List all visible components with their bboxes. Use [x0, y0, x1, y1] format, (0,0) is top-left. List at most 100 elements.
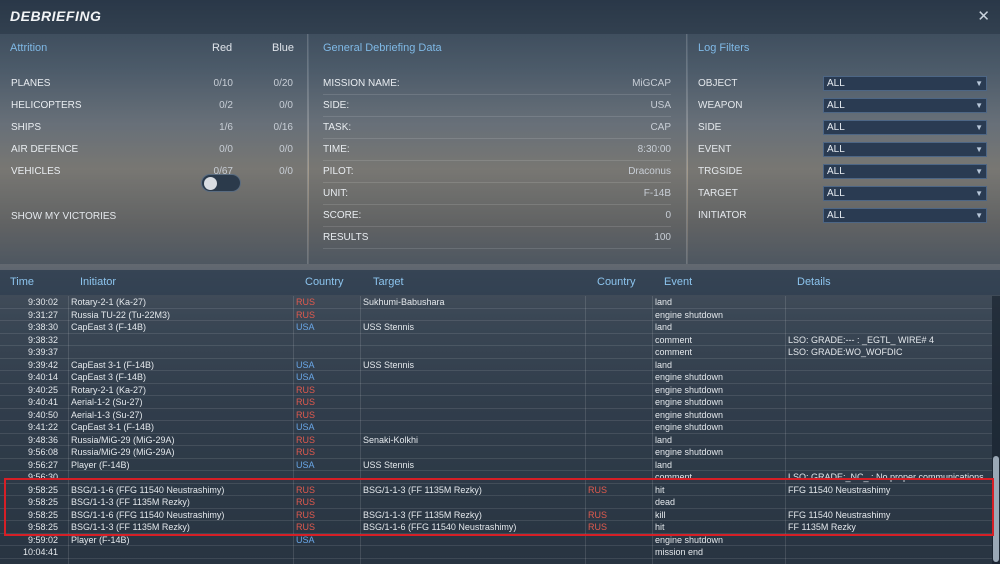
log-initiator: Russia/MiG-29 (MiG-29A): [71, 434, 175, 445]
log-initiator: BSG/1-1-3 (FF 1135M Rezky): [71, 497, 190, 507]
header-time[interactable]: Time: [10, 276, 34, 288]
log-row[interactable]: 9:38:32 comment LSO: GRADE:--- : _EGTL_ WI…: [0, 334, 992, 346]
general-data-value: 0: [665, 210, 671, 221]
close-icon[interactable]: ✕: [977, 7, 990, 25]
log-time: 9:30:02: [27, 297, 58, 307]
header-initiator-country[interactable]: Country: [305, 276, 344, 288]
filter-select[interactable]: ALL ▼: [823, 164, 987, 179]
filter-label: TARGET: [698, 188, 738, 199]
log-row[interactable]: 9:56:30 comment LSO: GRADE:_NC_ : No prope…: [0, 471, 992, 484]
header-initiator[interactable]: Initiator: [80, 276, 116, 288]
log-target: USS Stennis: [363, 459, 415, 470]
window-title: DEBRIEFING: [10, 8, 102, 24]
log-row[interactable]: 9:31:27 Russia TU-22 (Tu-22M3) RUS engine s…: [0, 309, 992, 321]
general-data-value: 8:30:00: [637, 144, 671, 155]
header-target-country[interactable]: Country: [597, 276, 636, 288]
log-row[interactable]: 9:58:25 BSG/1-1-6 (FFG 11540 Neustrashimy…: [0, 484, 992, 496]
filter-select[interactable]: ALL ▼: [823, 208, 987, 223]
general-data-label: SIDE:: [323, 100, 350, 111]
log-row[interactable]: 9:56:08 Russia/MiG-29 (MiG-29A) RUS engine …: [0, 446, 992, 459]
filter-select[interactable]: ALL ▼: [823, 142, 987, 157]
log-row[interactable]: 9:30:02 Rotary-2-1 (Ka-27) RUS Sukhumi-Babu…: [0, 296, 992, 309]
log-scrollbar[interactable]: [992, 296, 1000, 564]
log-initiator: Rotary-2-1 (Ka-27): [71, 297, 147, 307]
event-log-table: Time Initiator Country Target Country Ev…: [0, 270, 1000, 564]
general-data-label: UNIT:: [323, 188, 348, 199]
log-time: 9:48:36: [27, 434, 58, 445]
log-time: 9:40:14: [27, 372, 58, 382]
attrition-panel: Attrition Red Blue PLANES 0/10 0/20 HELICOP…: [0, 34, 308, 264]
log-row[interactable]: 9:58:25 BSG/1-1-3 (FF 1135M Rezky) RUS dead: [0, 496, 992, 509]
log-scrollbar-thumb[interactable]: [993, 456, 999, 562]
log-target-country: RUS: [588, 522, 608, 532]
log-row[interactable]: 9:41:22 CapEast 3-1 (F-14B) USA engine shut…: [0, 421, 992, 434]
filter-label: WEAPON: [698, 100, 743, 111]
header-event[interactable]: Event: [664, 276, 692, 288]
log-initiator-country: USA: [296, 372, 315, 382]
log-row[interactable]: 9:38:30 CapEast 3 (F-14B) USA USS Stennis la…: [0, 321, 992, 334]
log-event: engine shutdown: [655, 372, 724, 382]
log-row[interactable]: 9:40:25 Rotary-2-1 (Ka-27) RUS engine shutd…: [0, 384, 992, 396]
header-target[interactable]: Target: [373, 276, 404, 288]
log-time: 9:58:25: [27, 509, 58, 520]
log-row[interactable]: 9:40:41 Aerial-1-2 (Su-27) RUS engine shutd…: [0, 396, 992, 409]
general-data-title: General Debriefing Data: [323, 42, 442, 54]
log-time: 9:38:32: [27, 334, 58, 345]
attrition-red-value: 0/2: [219, 100, 233, 111]
log-initiator: Player (F-14B): [71, 459, 130, 470]
log-row[interactable]: 9:58:25 BSG/1-1-3 (FF 1135M Rezky) RUS BSG/…: [0, 521, 992, 534]
log-initiator: Russia TU-22 (Tu-22M3): [71, 309, 171, 320]
show-victories-toggle[interactable]: [201, 174, 241, 192]
log-event: engine shutdown: [655, 409, 724, 420]
log-time: 9:56:27: [27, 459, 58, 470]
log-details: FFG 11540 Neustrashimy: [788, 484, 891, 495]
attrition-label: HELICOPTERS: [11, 100, 82, 111]
filter-select-value: ALL: [827, 144, 845, 155]
log-event: engine shutdown: [655, 309, 724, 320]
log-target: BSG/1-1-3 (FF 1135M Rezky): [363, 484, 482, 495]
general-data-label: TIME:: [323, 144, 350, 155]
filter-label: OBJECT: [698, 78, 738, 89]
attrition-red-value: 1/6: [219, 122, 233, 133]
attrition-blue-value: 0/0: [279, 100, 293, 111]
header-details[interactable]: Details: [797, 276, 831, 288]
event-log-body: 9:30:02 Rotary-2-1 (Ka-27) RUS Sukhumi-Babu…: [0, 296, 992, 564]
attrition-red-value: 0/10: [213, 78, 233, 89]
log-event: comment: [655, 472, 693, 482]
log-details: LSO: GRADE:--- : _EGTL_ WIRE# 4: [788, 334, 935, 345]
filter-select[interactable]: ALL ▼: [823, 186, 987, 201]
log-row[interactable]: 9:39:37 comment LSO: GRADE:WO_WOFDIC: [0, 346, 992, 359]
attrition-row: PLANES 0/10 0/20: [11, 73, 296, 95]
chevron-down-icon: ▼: [975, 145, 983, 154]
log-event: kill: [655, 509, 666, 520]
filter-select[interactable]: ALL ▼: [823, 120, 987, 135]
log-time: 9:39:37: [27, 347, 58, 357]
log-details: FF 1135M Rezky: [788, 522, 856, 532]
log-row[interactable]: 9:58:25 BSG/1-1-6 (FFG 11540 Neustrashimy…: [0, 509, 992, 521]
log-initiator-country: USA: [296, 422, 315, 432]
log-time: 9:58:25: [27, 497, 58, 507]
log-row[interactable]: 9:59:02 Player (F-14B) USA engine shutdown: [0, 534, 992, 546]
log-row[interactable]: 9:56:27 Player (F-14B) USA USS Stennis land: [0, 459, 992, 471]
log-row[interactable]: 9:48:36 Russia/MiG-29 (MiG-29A) RUS Senaki-…: [0, 434, 992, 446]
filter-select[interactable]: ALL ▼: [823, 98, 987, 113]
filter-select[interactable]: ALL ▼: [823, 76, 987, 91]
log-target-country: RUS: [588, 484, 608, 495]
general-data-label: SCORE:: [323, 210, 362, 221]
log-initiator-country: RUS: [296, 397, 316, 407]
log-initiator: CapEast 3-1 (F-14B): [71, 422, 155, 432]
chevron-down-icon: ▼: [975, 189, 983, 198]
attrition-label: SHIPS: [11, 122, 42, 133]
log-row[interactable]: 10:04:41 mission end: [0, 546, 992, 559]
log-row[interactable]: 9:40:50 Aerial-1-3 (Su-27) RUS engine shutd…: [0, 409, 992, 421]
log-details: LSO: GRADE:_NC_ : No proper communicatio…: [788, 472, 984, 482]
filter-select-value: ALL: [827, 166, 845, 177]
log-event: engine shutdown: [655, 447, 724, 457]
log-row[interactable]: 9:40:14 CapEast 3 (F-14B) USA engine shutdo…: [0, 371, 992, 384]
log-event: land: [655, 322, 673, 332]
log-initiator: CapEast 3-1 (F-14B): [71, 359, 155, 370]
log-row[interactable]: 9:39:42 CapEast 3-1 (F-14B) USA USS Stennis…: [0, 359, 992, 371]
log-target: USS Stennis: [363, 322, 415, 332]
log-initiator-country: RUS: [296, 447, 316, 457]
log-target: Senaki-Kolkhi: [363, 434, 419, 445]
